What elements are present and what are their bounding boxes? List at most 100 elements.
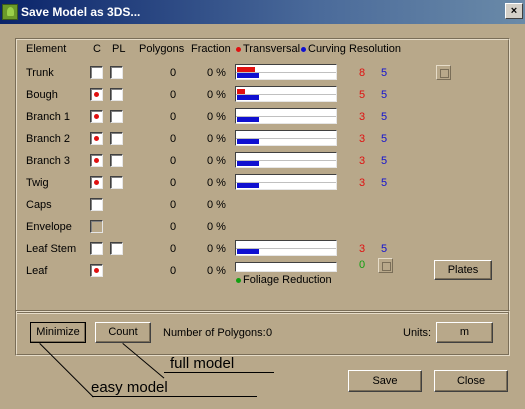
row-fraction: 0 % bbox=[207, 265, 226, 277]
header-element: Element bbox=[26, 43, 67, 55]
header-transversal: Transversal bbox=[236, 43, 300, 55]
row-element-name: Envelope bbox=[26, 221, 72, 233]
transversal-fill bbox=[237, 67, 255, 72]
curving-value: 5 bbox=[381, 155, 388, 167]
row-fraction: 0 % bbox=[207, 67, 226, 79]
units-label: Units: bbox=[403, 327, 432, 339]
c-checkbox[interactable] bbox=[90, 88, 103, 101]
row-polygons: 0 bbox=[170, 221, 177, 233]
row-element-name: Branch 1 bbox=[26, 111, 71, 123]
row-fraction: 0 % bbox=[207, 89, 226, 101]
transversal-value: 3 bbox=[359, 177, 366, 189]
transversal-value: 3 bbox=[359, 111, 366, 123]
header-pl: PL bbox=[112, 43, 126, 55]
foliage-reduction-text: Foliage Reduction bbox=[243, 274, 332, 286]
foliage-settings-icon[interactable] bbox=[378, 258, 393, 273]
transversal-fill bbox=[237, 89, 245, 94]
pl-checkbox[interactable] bbox=[110, 176, 123, 189]
row-element-name: Trunk bbox=[26, 67, 54, 79]
row-polygons: 0 bbox=[170, 155, 177, 167]
foliage-reduction-label: Foliage Reduction bbox=[236, 274, 332, 286]
plates-button[interactable]: Plates bbox=[434, 260, 492, 280]
pl-checkbox[interactable] bbox=[110, 132, 123, 145]
close-window-button[interactable]: × bbox=[505, 3, 523, 19]
header-fraction: Fraction bbox=[191, 43, 231, 55]
row-polygons: 0 bbox=[170, 265, 177, 277]
row-fraction: 0 % bbox=[207, 199, 226, 211]
header-c: C bbox=[93, 43, 101, 55]
c-checkbox[interactable] bbox=[90, 154, 103, 167]
curving-value: 5 bbox=[381, 89, 388, 101]
c-checkbox[interactable] bbox=[90, 110, 103, 123]
curving-fill bbox=[237, 183, 259, 188]
curving-fill bbox=[237, 249, 259, 254]
row-polygons: 0 bbox=[170, 133, 177, 145]
transversal-label: Transversal bbox=[243, 43, 301, 55]
transversal-value: 3 bbox=[359, 155, 366, 167]
resolution-bar[interactable] bbox=[235, 64, 337, 80]
row-polygons: 0 bbox=[170, 243, 177, 255]
red-dot-icon bbox=[236, 46, 241, 52]
row-element-name: Leaf Stem bbox=[26, 243, 77, 255]
c-checkbox[interactable] bbox=[90, 132, 103, 145]
curving-value: 5 bbox=[381, 243, 388, 255]
pl-checkbox[interactable] bbox=[110, 88, 123, 101]
resolution-bar[interactable] bbox=[235, 108, 337, 124]
polygon-count-label: Number of Polygons: bbox=[163, 327, 266, 339]
header-polygons: Polygons bbox=[139, 43, 185, 55]
row-polygons: 0 bbox=[170, 111, 177, 123]
close-button[interactable]: Close bbox=[434, 370, 508, 392]
row-fraction: 0 % bbox=[207, 243, 226, 255]
curving-value: 5 bbox=[381, 177, 388, 189]
c-checkbox[interactable] bbox=[90, 66, 103, 79]
c-checkbox[interactable] bbox=[90, 242, 103, 255]
pl-checkbox[interactable] bbox=[110, 154, 123, 167]
annotation-line-full bbox=[164, 372, 274, 373]
title-bar: Save Model as 3DS... × bbox=[0, 0, 525, 24]
green-dot-icon bbox=[236, 277, 241, 283]
row-element-name: Branch 3 bbox=[26, 155, 71, 167]
row-element-name: Caps bbox=[26, 199, 52, 211]
row-element-name: Branch 2 bbox=[26, 133, 71, 145]
resolution-bar[interactable] bbox=[235, 152, 337, 168]
resolution-bar[interactable] bbox=[235, 262, 337, 272]
row-fraction: 0 % bbox=[207, 221, 226, 233]
c-checkbox[interactable] bbox=[90, 264, 103, 277]
pl-checkbox[interactable] bbox=[110, 110, 123, 123]
dialog-body: Element C PL Polygons Fraction Transvers… bbox=[0, 24, 525, 409]
resolution-bar[interactable] bbox=[235, 240, 337, 256]
row-element-name: Bough bbox=[26, 89, 58, 101]
units-button[interactable]: m bbox=[436, 322, 493, 343]
curving-value: 5 bbox=[381, 67, 388, 79]
row-polygons: 0 bbox=[170, 89, 177, 101]
tree-app-icon bbox=[2, 4, 18, 20]
row-fraction: 0 % bbox=[207, 133, 226, 145]
pl-checkbox[interactable] bbox=[110, 66, 123, 79]
pl-checkbox[interactable] bbox=[110, 242, 123, 255]
curving-fill bbox=[237, 95, 259, 100]
curving-fill bbox=[237, 161, 259, 166]
annotation-line-easy bbox=[92, 396, 257, 397]
resolution-bar[interactable] bbox=[235, 130, 337, 146]
save-button[interactable]: Save bbox=[348, 370, 422, 392]
resolution-bar[interactable] bbox=[235, 174, 337, 190]
side-settings-icon[interactable] bbox=[436, 65, 451, 80]
foliage-value: 0 bbox=[359, 259, 366, 271]
row-fraction: 0 % bbox=[207, 155, 226, 167]
polygon-count-value: 0 bbox=[266, 327, 273, 339]
row-fraction: 0 % bbox=[207, 177, 226, 189]
c-checkbox[interactable] bbox=[90, 198, 103, 211]
blue-dot-icon bbox=[301, 46, 306, 52]
count-button[interactable]: Count bbox=[95, 322, 151, 343]
transversal-value: 5 bbox=[359, 89, 366, 101]
transversal-value: 3 bbox=[359, 133, 366, 145]
c-checkbox[interactable] bbox=[90, 176, 103, 189]
row-polygons: 0 bbox=[170, 177, 177, 189]
minimize-button[interactable]: Minimize bbox=[30, 322, 86, 343]
curving-fill bbox=[237, 73, 259, 78]
curving-fill bbox=[237, 117, 259, 122]
header-curving: Curving Resolution bbox=[301, 43, 401, 55]
resolution-bar[interactable] bbox=[235, 86, 337, 102]
transversal-value: 3 bbox=[359, 243, 366, 255]
transversal-value: 8 bbox=[359, 67, 366, 79]
